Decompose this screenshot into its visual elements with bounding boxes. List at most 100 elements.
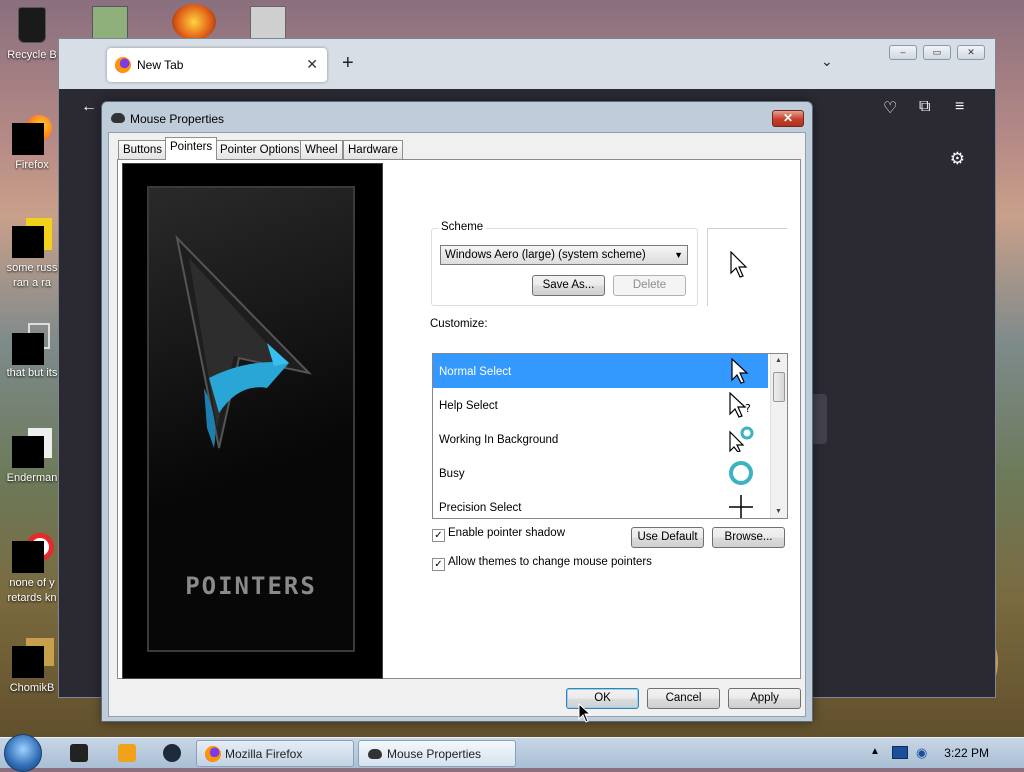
minimize-button[interactable]: – (889, 45, 917, 60)
desktop-icon-file[interactable]: that but its (0, 323, 64, 381)
desktop-icon-folder[interactable] (250, 6, 286, 40)
arrow-cursor-icon (731, 358, 749, 384)
svg-text:?: ? (745, 402, 751, 415)
mouse-icon (368, 749, 382, 759)
list-item-precision-select[interactable]: Precision Select (433, 490, 768, 518)
ok-button[interactable]: OK (566, 688, 639, 709)
desktop-icon-recycle-bin[interactable]: Recycle B (0, 5, 64, 63)
busy-cursor-icon (729, 461, 753, 485)
taskbar: Mozilla Firefox Mouse Properties ▲ ◉ 3:2… (0, 734, 1024, 772)
scroll-thumb[interactable] (773, 372, 785, 402)
dialog-close-button[interactable]: ✕ (772, 110, 804, 127)
desktop-icon-label: that but its (6, 367, 58, 379)
browser-tabstrip: New Tab ✕ + ⌄ – ▭ ✕ (59, 39, 995, 89)
back-icon[interactable]: ← (81, 98, 97, 116)
desktop-icon-chomik[interactable]: ChomikB (0, 638, 64, 696)
tab-pointers[interactable]: Pointers (165, 137, 218, 160)
desktop-icon-label: ChomikB (9, 682, 55, 694)
apply-button[interactable]: Apply (728, 688, 801, 709)
use-default-button[interactable]: Use Default (631, 527, 704, 548)
tab-close-icon[interactable]: ✕ (306, 56, 318, 73)
scheme-label: Scheme (438, 221, 487, 233)
tab-hardware[interactable]: Hardware (343, 140, 403, 159)
scheme-selected-value: Windows Aero (large) (system scheme) (445, 249, 646, 261)
help-cursor-icon: ? (729, 392, 751, 418)
checkbox-checked-icon[interactable]: ✓ (432, 529, 445, 542)
desktop-icon-firefox[interactable]: Firefox (0, 115, 64, 173)
tab-title: New Tab (137, 58, 184, 72)
artwork-title: POINTERS (185, 572, 317, 600)
start-button[interactable] (4, 734, 42, 772)
desktop-icon-file[interactable]: some russ ran a ra (0, 218, 64, 291)
dialog-title: Mouse Properties (130, 112, 225, 126)
folder-icon (12, 638, 54, 678)
desktop-icon-label: some russ ran a ra (6, 262, 58, 289)
browse-button[interactable]: Browse... (712, 527, 785, 548)
maximize-button[interactable]: ▭ (923, 45, 951, 60)
crosshair-cursor-icon (729, 495, 753, 518)
save-as-button[interactable]: Save As... (532, 275, 605, 296)
scheme-dropdown[interactable]: Windows Aero (large) (system scheme) ▼ (440, 245, 688, 265)
firefox-icon (115, 57, 131, 73)
quicklaunch-icon[interactable] (163, 744, 181, 762)
recycle-bin-icon (12, 5, 52, 45)
mouse-icon (111, 113, 125, 123)
media-player-icon[interactable] (118, 744, 136, 762)
taskbar-item-mouse-properties[interactable]: Mouse Properties (358, 740, 516, 767)
desktop-icon-label: none of y retards kn (7, 577, 57, 604)
desktop-icon-label: Recycle B (7, 49, 57, 61)
list-item-help-select[interactable]: Help Select ? (433, 388, 768, 422)
desktop-icon-file[interactable]: none of y retards kn (0, 533, 64, 606)
pointers-panel: POINTERS Scheme Windows Aero (large) (sy… (117, 159, 801, 679)
firefox-icon (12, 115, 52, 155)
menu-icon[interactable]: ≡ (955, 98, 964, 116)
dialog-body: Buttons Pointers Pointer Options Wheel H… (108, 132, 806, 717)
opera-icon (12, 533, 54, 573)
tab-pointer-options[interactable]: Pointer Options (215, 140, 305, 159)
cancel-button[interactable]: Cancel (647, 688, 720, 709)
tab-new-tab[interactable]: New Tab ✕ (107, 48, 327, 82)
cursor-preview (707, 228, 787, 306)
firefox-icon (205, 746, 221, 762)
customize-label: Customize: (430, 318, 488, 330)
extensions-icon[interactable]: ⧉ (919, 98, 930, 116)
tab-buttons[interactable]: Buttons (118, 140, 167, 159)
dropdown-arrow-icon: ▼ (674, 250, 683, 260)
desktop-icon-app[interactable] (172, 4, 216, 40)
working-cursor-icon (729, 426, 754, 452)
allow-themes-checkbox[interactable]: ✓ Allow themes to change mouse pointers (432, 556, 652, 571)
taskbar-item-firefox[interactable]: Mozilla Firefox (196, 740, 354, 767)
desktop-icon-image[interactable] (92, 6, 128, 40)
show-hidden-icons-icon[interactable]: ▲ (870, 746, 880, 757)
desktop-icon-label: Enderman (6, 472, 58, 484)
scroll-down-icon[interactable]: ▼ (775, 508, 782, 515)
checkbox-checked-icon[interactable]: ✓ (432, 558, 445, 571)
list-scrollbar[interactable]: ▲ ▼ (770, 354, 787, 518)
pocket-icon[interactable]: ♡ (883, 98, 897, 118)
pointers-artwork: POINTERS (122, 163, 383, 679)
enable-pointer-shadow-checkbox[interactable]: ✓ Enable pointer shadow (432, 527, 565, 542)
desktop-icon-enderman[interactable]: Enderman (0, 428, 64, 486)
new-tab-button[interactable]: + (342, 52, 354, 75)
copy-icon (12, 323, 52, 365)
list-item-working-in-background[interactable]: Working In Background (433, 422, 768, 456)
delete-button[interactable]: Delete (613, 275, 686, 296)
list-item-normal-select[interactable]: Normal Select (433, 354, 768, 388)
mouse-pointer-icon (578, 703, 592, 723)
document-icon (12, 428, 52, 468)
scroll-up-icon[interactable]: ▲ (775, 357, 782, 364)
pointer-list[interactable]: Normal Select Help Select ? Working In B… (432, 353, 788, 519)
taskbar-clock[interactable]: 3:22 PM (944, 746, 989, 760)
volume-icon[interactable]: ◉ (916, 745, 927, 761)
close-window-button[interactable]: ✕ (957, 45, 985, 60)
arrow-cursor-icon (730, 251, 748, 278)
desktop-icon-label: Firefox (15, 159, 49, 171)
gear-icon[interactable]: ⚙ (950, 149, 965, 169)
network-icon[interactable] (892, 746, 908, 759)
list-item-busy[interactable]: Busy (433, 456, 768, 490)
document-icon (12, 218, 52, 258)
mouse-properties-dialog: Mouse Properties ✕ Buttons Pointers Poin… (101, 101, 813, 722)
quicklaunch-icon[interactable] (70, 744, 88, 762)
tab-wheel[interactable]: Wheel (300, 140, 343, 159)
list-all-tabs-button[interactable]: ⌄ (821, 53, 833, 70)
